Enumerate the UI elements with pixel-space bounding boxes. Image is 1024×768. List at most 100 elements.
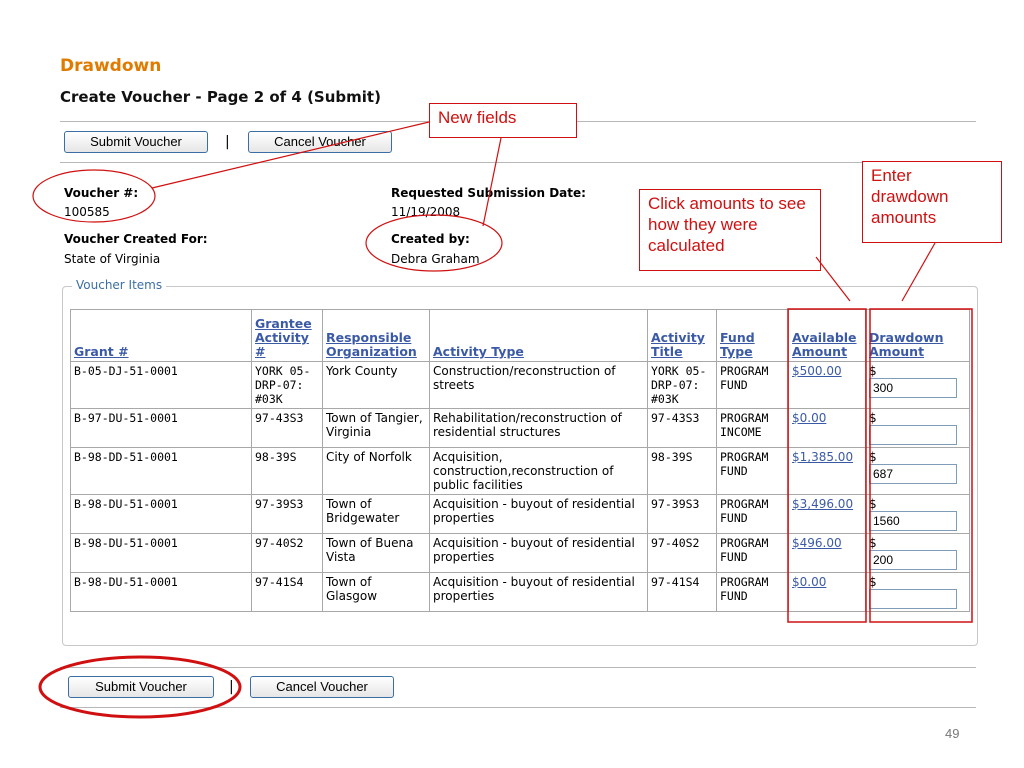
submission-date-label: Requested Submission Date: (391, 186, 586, 200)
cell-activity-title: 97-41S4 (647, 572, 717, 612)
cell-responsible-org: Town of Tangier, Virginia (322, 408, 430, 448)
sort-grantee-activity-link[interactable]: Grantee Activity # (255, 316, 312, 359)
table-header-row: Grant # Grantee Activity # Responsible O… (70, 309, 970, 362)
available-amount-link[interactable]: $0.00 (792, 575, 826, 589)
cell-available-amount: $496.00 (788, 533, 866, 573)
cell-grant: B-97-DU-51-0001 (70, 408, 252, 448)
bottom-divider (60, 707, 976, 708)
table-row: B-98-DU-51-0001 97-40S2 Town of Buena Vi… (70, 533, 970, 573)
cell-fund-type: PROGRAM FUND (716, 494, 789, 534)
cell-fund-type: PROGRAM FUND (716, 361, 789, 409)
available-amount-link[interactable]: $1,385.00 (792, 450, 853, 464)
cell-fund-type: PROGRAM INCOME (716, 408, 789, 448)
header-responsible-org: Responsible Organization (322, 309, 430, 362)
sort-responsible-org-link[interactable]: Responsible Organization (326, 330, 417, 359)
voucher-items-table: Grant # Grantee Activity # Responsible O… (70, 309, 970, 612)
cell-responsible-org: Town of Glasgow (322, 572, 430, 612)
header-available-amount: Available Amount (788, 309, 866, 362)
voucher-items-legend: Voucher Items (72, 278, 167, 292)
bottom-divider-top (60, 667, 976, 668)
cell-drawdown-amount: $ (865, 408, 970, 448)
cell-activity-type: Rehabilitation/reconstruction of residen… (429, 408, 648, 448)
currency-symbol: $ (869, 364, 877, 378)
cell-responsible-org: Town of Buena Vista (322, 533, 430, 573)
toolbar-separator: | (225, 134, 230, 150)
cell-activity-title: 98-39S (647, 447, 717, 495)
table-row: B-98-DU-51-0001 97-41S4 Town of Glasgow … (70, 572, 970, 612)
header-grant: Grant # (70, 309, 252, 362)
cell-activity-title: 97-43S3 (647, 408, 717, 448)
drawdown-amount-input[interactable] (869, 464, 957, 484)
table-row: B-98-DU-51-0001 97-39S3 Town of Bridgewa… (70, 494, 970, 534)
cell-available-amount: $0.00 (788, 408, 866, 448)
currency-symbol: $ (869, 450, 877, 464)
cell-grant: B-05-DJ-51-0001 (70, 361, 252, 409)
available-amount-link[interactable]: $0.00 (792, 411, 826, 425)
cell-grantee-activity: 97-41S4 (251, 572, 323, 612)
available-amount-link[interactable]: $500.00 (792, 364, 842, 378)
cell-drawdown-amount: $ (865, 361, 970, 409)
submit-voucher-button-top[interactable]: Submit Voucher (64, 131, 208, 153)
callout-click-amounts: Click amounts to see how they were calcu… (639, 189, 821, 271)
sort-drawdown-amount-link[interactable]: Drawdown Amount (869, 330, 944, 359)
cell-responsible-org: City of Norfolk (322, 447, 430, 495)
header-grantee-activity: Grantee Activity # (251, 309, 323, 362)
currency-symbol: $ (869, 411, 877, 425)
cancel-voucher-button-top[interactable]: Cancel Voucher (248, 131, 392, 153)
cell-activity-type: Construction/reconstruction of streets (429, 361, 648, 409)
sort-activity-type-link[interactable]: Activity Type (433, 344, 524, 359)
voucher-created-for-label: Voucher Created For: (64, 232, 208, 246)
toolbar-separator-bottom: | (229, 679, 234, 695)
cell-activity-type: Acquisition - buyout of residential prop… (429, 494, 648, 534)
currency-symbol: $ (869, 575, 877, 589)
cell-activity-title: YORK 05-DRP-07: #03K (647, 361, 717, 409)
created-by-value: Debra Graham (391, 252, 480, 266)
cell-grantee-activity: 97-43S3 (251, 408, 323, 448)
submission-date-value: 11/19/2008 (391, 205, 461, 219)
table-row: B-05-DJ-51-0001 YORK 05-DRP-07: #03K Yor… (70, 361, 970, 409)
page-subtitle: Create Voucher - Page 2 of 4 (Submit) (60, 88, 381, 106)
drawdown-amount-input[interactable] (869, 425, 957, 445)
sort-fund-type-link[interactable]: Fund Type (720, 330, 755, 359)
drawdown-amount-input[interactable] (869, 511, 957, 531)
callout-new-fields: New fields (429, 103, 577, 138)
drawdown-amount-input[interactable] (869, 378, 957, 398)
cell-grant: B-98-DU-51-0001 (70, 572, 252, 612)
cell-activity-title: 97-40S2 (647, 533, 717, 573)
cell-grantee-activity: 97-39S3 (251, 494, 323, 534)
cell-available-amount: $1,385.00 (788, 447, 866, 495)
voucher-number-value: 100585 (64, 205, 110, 219)
callout-enter-drawdown: Enter drawdown amounts (862, 161, 1002, 243)
header-fund-type: Fund Type (716, 309, 789, 362)
sort-activity-title-link[interactable]: Activity Title (651, 330, 705, 359)
currency-symbol: $ (869, 536, 877, 550)
cell-activity-title: 97-39S3 (647, 494, 717, 534)
currency-symbol: $ (869, 497, 877, 511)
cell-grant: B-98-DU-51-0001 (70, 494, 252, 534)
cell-responsible-org: Town of Bridgewater (322, 494, 430, 534)
cell-activity-type: Acquisition - buyout of residential prop… (429, 533, 648, 573)
cancel-voucher-button-bottom[interactable]: Cancel Voucher (250, 676, 394, 698)
cell-available-amount: $500.00 (788, 361, 866, 409)
sort-grant-link[interactable]: Grant # (74, 344, 129, 359)
page-number: 49 (945, 726, 960, 741)
drawdown-amount-input[interactable] (869, 589, 957, 609)
toolbar-divider (60, 162, 976, 163)
submit-voucher-button-bottom[interactable]: Submit Voucher (68, 676, 214, 698)
cell-grantee-activity: YORK 05-DRP-07: #03K (251, 361, 323, 409)
cell-fund-type: PROGRAM FUND (716, 533, 789, 573)
cell-activity-type: Acquisition - buyout of residential prop… (429, 572, 648, 612)
cell-fund-type: PROGRAM FUND (716, 572, 789, 612)
cell-drawdown-amount: $ (865, 494, 970, 534)
sort-available-amount-link[interactable]: Available Amount (792, 330, 857, 359)
available-amount-link[interactable]: $496.00 (792, 536, 842, 550)
page-title: Drawdown (60, 56, 162, 76)
drawdown-amount-input[interactable] (869, 550, 957, 570)
pointer-line-created-by (482, 137, 502, 227)
available-amount-link[interactable]: $3,496.00 (792, 497, 853, 511)
cell-available-amount: $0.00 (788, 572, 866, 612)
cell-grant: B-98-DU-51-0001 (70, 533, 252, 573)
header-drawdown-amount: Drawdown Amount (865, 309, 970, 362)
cell-available-amount: $3,496.00 (788, 494, 866, 534)
cell-drawdown-amount: $ (865, 447, 970, 495)
